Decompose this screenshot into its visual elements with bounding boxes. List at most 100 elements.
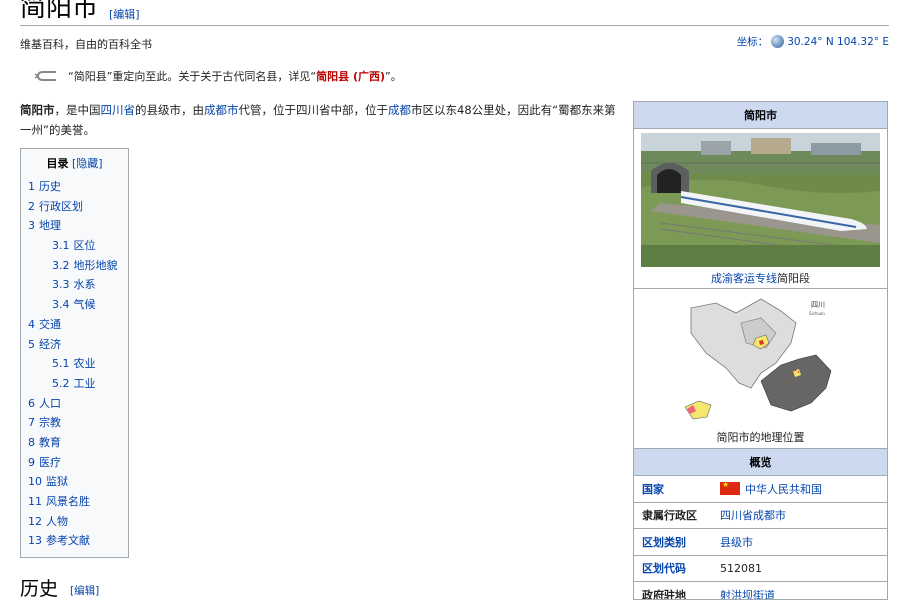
infobox-row-value: 512081: [720, 561, 762, 575]
toc-item-number: 6: [28, 396, 35, 410]
toc-item[interactable]: 5.1 农业: [28, 354, 121, 374]
section-edit-link[interactable]: [编辑]: [70, 583, 99, 598]
infobox-row-value[interactable]: 四川省成都市: [720, 507, 786, 523]
infobox-row-label: 隶属行政区: [642, 509, 697, 523]
section-heading-history: 历史: [20, 578, 59, 600]
toc-item-label[interactable]: 区位: [74, 239, 96, 252]
toc-item-number: 13: [28, 534, 42, 548]
toc-item-number: 3.4: [52, 298, 70, 312]
toc-item[interactable]: 12 人物: [28, 512, 121, 532]
redirect-hatnote: “简阳县”重定向至此。关于关于古代同名县，详见“简阳县 (广西)”。: [34, 68, 402, 84]
toc-item-label[interactable]: 教育: [39, 436, 61, 449]
toc-item-label[interactable]: 参考文献: [46, 534, 90, 547]
toc-item-label[interactable]: 人物: [46, 515, 68, 528]
toc-item-number: 9: [28, 455, 35, 469]
globe-icon[interactable]: [771, 35, 785, 48]
toc-item-number: 11: [28, 495, 42, 508]
toc-title: 目录: [46, 157, 69, 170]
page-title: 简阳市: [20, 0, 99, 23]
lead-paragraph: 简阳市，是中国四川省的县级市，由成都市代管，位于四川省中部，位于成都市区以东48…: [20, 103, 616, 137]
toc-item-number: 3.3: [52, 278, 70, 292]
toc-item[interactable]: 4 交通: [28, 315, 121, 335]
toc-item[interactable]: 3.4 气候: [28, 295, 121, 315]
infobox-row-value[interactable]: 射洪坝街道: [720, 587, 775, 599]
infobox-row-value[interactable]: 中华人民共和国: [745, 481, 822, 497]
toc-item-label[interactable]: 农业: [74, 357, 96, 370]
toc-toggle[interactable]: [隐藏]: [72, 157, 103, 170]
toc-item-label[interactable]: 行政区划: [39, 200, 83, 213]
infobox-row-label[interactable]: 国家: [634, 481, 720, 497]
toc-item[interactable]: 6 人口: [28, 394, 121, 414]
infobox-row-label[interactable]: 区划代码: [634, 560, 720, 576]
toc-item-label[interactable]: 医疗: [39, 456, 61, 469]
link-sichuan[interactable]: 四川省: [101, 103, 136, 117]
toc-item[interactable]: 3.2 地形地貌: [28, 256, 121, 276]
table-of-contents: 目录 [隐藏] 1 历史 2 行政区划 3 地理 3.1 区位 3.2 地形地貌 3.3 水系 3.4 气…: [20, 148, 129, 558]
coordinates: 坐标： 30.24° N 104.32° E: [737, 34, 889, 49]
china-flag-icon[interactable]: [720, 480, 740, 496]
toc-item[interactable]: 9 医疗: [28, 453, 121, 473]
infobox-row: 国家 中华人民共和国: [634, 476, 887, 503]
toc-item-number: 5.1: [52, 357, 70, 371]
toc-item-label[interactable]: 人口: [39, 397, 61, 410]
toc-item-number: 3.2: [52, 258, 70, 272]
toc-item-label[interactable]: 地形地貌: [74, 259, 118, 272]
toc-item[interactable]: 7 宗教: [28, 413, 121, 433]
coords-label[interactable]: 坐标：: [737, 34, 769, 49]
toc-item[interactable]: 11 风景名胜: [28, 492, 121, 512]
toc-item-label[interactable]: 风景名胜: [46, 495, 90, 508]
toc-item[interactable]: 3.1 区位: [28, 236, 121, 256]
toc-item-label[interactable]: 交通: [39, 318, 61, 331]
toc-item[interactable]: 8 教育: [28, 433, 121, 453]
photo-caption-link[interactable]: 成渝客运专线: [711, 272, 777, 285]
toc-item-number: 5: [28, 337, 35, 351]
toc-item-label[interactable]: 历史: [39, 180, 61, 193]
toc-item-number: 7: [28, 416, 35, 430]
toc-item[interactable]: 10 监狱: [28, 472, 121, 492]
infobox-map: 四川 Sichuan 简阳市的地理位置: [634, 289, 887, 449]
toc-item[interactable]: 5 经济: [28, 335, 121, 355]
title-divider: [20, 25, 889, 26]
location-map[interactable]: 四川 Sichuan: [680, 293, 841, 426]
toc-item-number: 3: [28, 219, 35, 233]
toc-item-number: 1: [28, 180, 35, 193]
toc-item-label[interactable]: 地理: [39, 219, 61, 232]
toc-item-number: 10: [28, 475, 42, 489]
toc-item[interactable]: 3 地理: [28, 216, 121, 236]
train-photo[interactable]: [641, 133, 880, 267]
toc-item[interactable]: 5.2 工业: [28, 374, 121, 394]
infobox-title: 简阳市: [634, 102, 887, 129]
link-chengdu-city[interactable]: 成都市: [204, 103, 239, 117]
coords-value[interactable]: 30.24° N 104.32° E: [787, 36, 889, 48]
infobox-row: 区划类别 县级市: [634, 529, 887, 556]
toc-item-number: 3.1: [52, 239, 70, 253]
title-edit-link[interactable]: [编辑]: [109, 6, 140, 22]
toc-item-number: 8: [28, 435, 35, 449]
toc-item[interactable]: 3.3 水系: [28, 275, 121, 295]
photo-caption: 成渝客运专线简阳段: [711, 272, 810, 285]
infobox-row-label[interactable]: 区划类别: [634, 534, 720, 550]
toc-item[interactable]: 1 历史: [28, 177, 121, 197]
toc-item-label[interactable]: 工业: [74, 377, 96, 390]
infobox-row: 政府驻地 射洪坝街道: [634, 582, 887, 599]
infobox-overview-header: 概览: [634, 449, 887, 476]
toc-item-number: 2: [28, 199, 35, 213]
toc-item-label[interactable]: 监狱: [46, 475, 68, 488]
redirect-target-link[interactable]: 简阳县 (广西): [316, 70, 385, 83]
toc-item-number: 4: [28, 317, 35, 331]
toc-item[interactable]: 2 行政区划: [28, 197, 121, 217]
svg-text:四川: 四川: [811, 301, 825, 309]
infobox-photo: 成渝客运专线简阳段: [634, 129, 887, 289]
toc-item-label[interactable]: 水系: [74, 278, 96, 291]
infobox: 简阳市 成渝客运专线简阳段 四川 Sichuan 简阳市的地理位置 概览 国家 …: [633, 101, 888, 600]
site-tagline: 维基百科，自由的百科全书: [20, 38, 152, 51]
toc-item-label[interactable]: 宗教: [39, 416, 61, 429]
infobox-row-value[interactable]: 县级市: [720, 534, 753, 550]
infobox-row: 隶属行政区 四川省成都市: [634, 502, 887, 529]
toc-item-label[interactable]: 经济: [39, 338, 61, 351]
infobox-row: 区划代码 512081: [634, 555, 887, 582]
toc-item-label[interactable]: 气候: [74, 298, 96, 311]
link-chengdu[interactable]: 成都: [388, 103, 411, 117]
redirect-arrow-icon: [34, 71, 56, 81]
toc-item[interactable]: 13 参考文献: [28, 531, 121, 551]
